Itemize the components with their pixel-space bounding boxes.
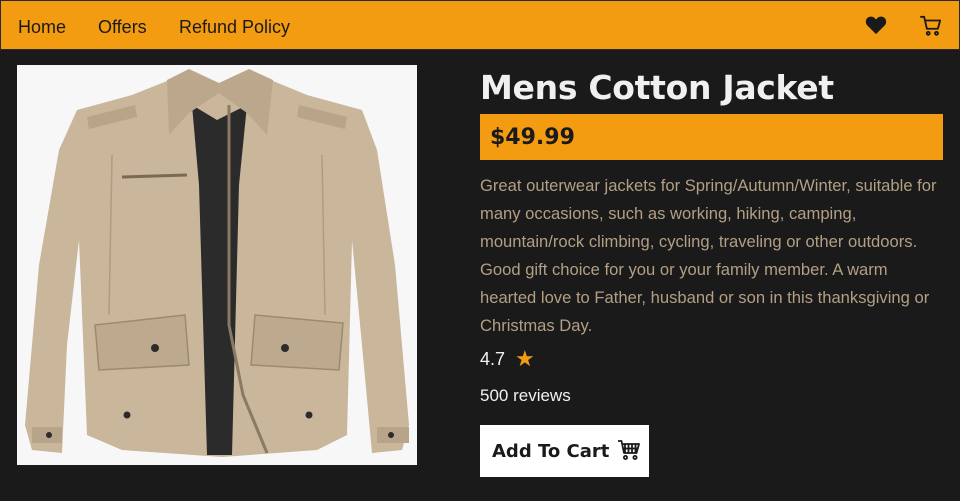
heart-icon[interactable]: [865, 15, 887, 39]
navbar: Home Offers Refund Policy: [0, 0, 960, 50]
review-count: 500 reviews: [480, 386, 571, 405]
cart-icon: [617, 439, 641, 464]
rating: 4.7 ★: [480, 348, 535, 370]
add-to-cart-label: Add To Cart: [492, 440, 610, 462]
product-title: Mens Cotton Jacket: [480, 68, 834, 107]
star-icon: ★: [515, 346, 535, 371]
product-description: Great outerwear jackets for Spring/Autum…: [480, 176, 937, 335]
add-to-cart-button[interactable]: Add To Cart: [480, 425, 649, 477]
nav-offers-link[interactable]: Offers: [98, 16, 147, 38]
rating-value: 4.7: [480, 348, 506, 369]
product-image: [17, 65, 417, 465]
nav-home-link[interactable]: Home: [18, 16, 66, 38]
nav-refund-policy-link[interactable]: Refund Policy: [179, 16, 290, 38]
price-bar: $49.99: [480, 114, 943, 160]
cart-icon[interactable]: [920, 15, 942, 41]
product-price: $49.99: [490, 124, 575, 150]
